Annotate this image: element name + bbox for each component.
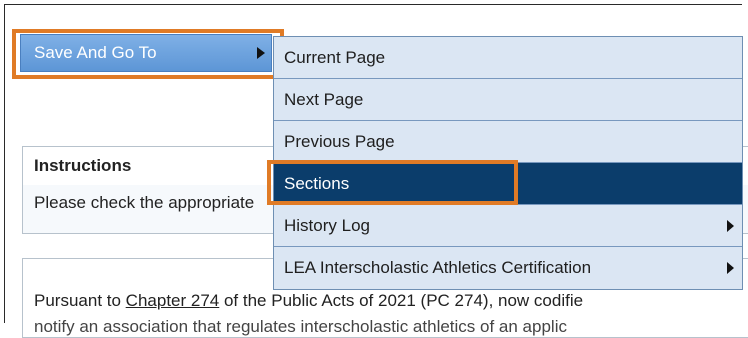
sections-highlight-box xyxy=(267,160,518,205)
menu-item-label: History Log xyxy=(284,216,370,235)
menu-item-label: Next Page xyxy=(284,90,364,109)
pursuant-cut-line: notify an association that regulates int… xyxy=(34,317,567,336)
chapter-274-link[interactable]: Chapter 274 xyxy=(126,291,220,310)
pursuant-prefix: Pursuant to xyxy=(34,291,126,310)
menu-item-label: Previous Page xyxy=(284,132,395,151)
menu-item-lea-certification[interactable]: LEA Interscholastic Athletics Certificat… xyxy=(274,247,742,289)
menu-item-label: LEA Interscholastic Athletics Certificat… xyxy=(284,258,592,277)
menu-item-label: Current Page xyxy=(284,48,386,67)
menu-item-next-page[interactable]: Next Page xyxy=(274,79,742,121)
menu-item-history-log[interactable]: History Log xyxy=(274,205,742,247)
chevron-right-icon xyxy=(727,220,734,232)
menu-item-current-page[interactable]: Current Page xyxy=(274,37,742,79)
chevron-right-icon xyxy=(727,262,734,274)
save-highlight-box xyxy=(12,29,284,79)
pursuant-paragraph: Pursuant to Chapter 274 of the Public Ac… xyxy=(34,291,583,311)
pursuant-suffix: of the Public Acts of 2021 (PC 274), now… xyxy=(219,291,584,310)
menu-item-previous-page[interactable]: Previous Page xyxy=(274,121,742,163)
